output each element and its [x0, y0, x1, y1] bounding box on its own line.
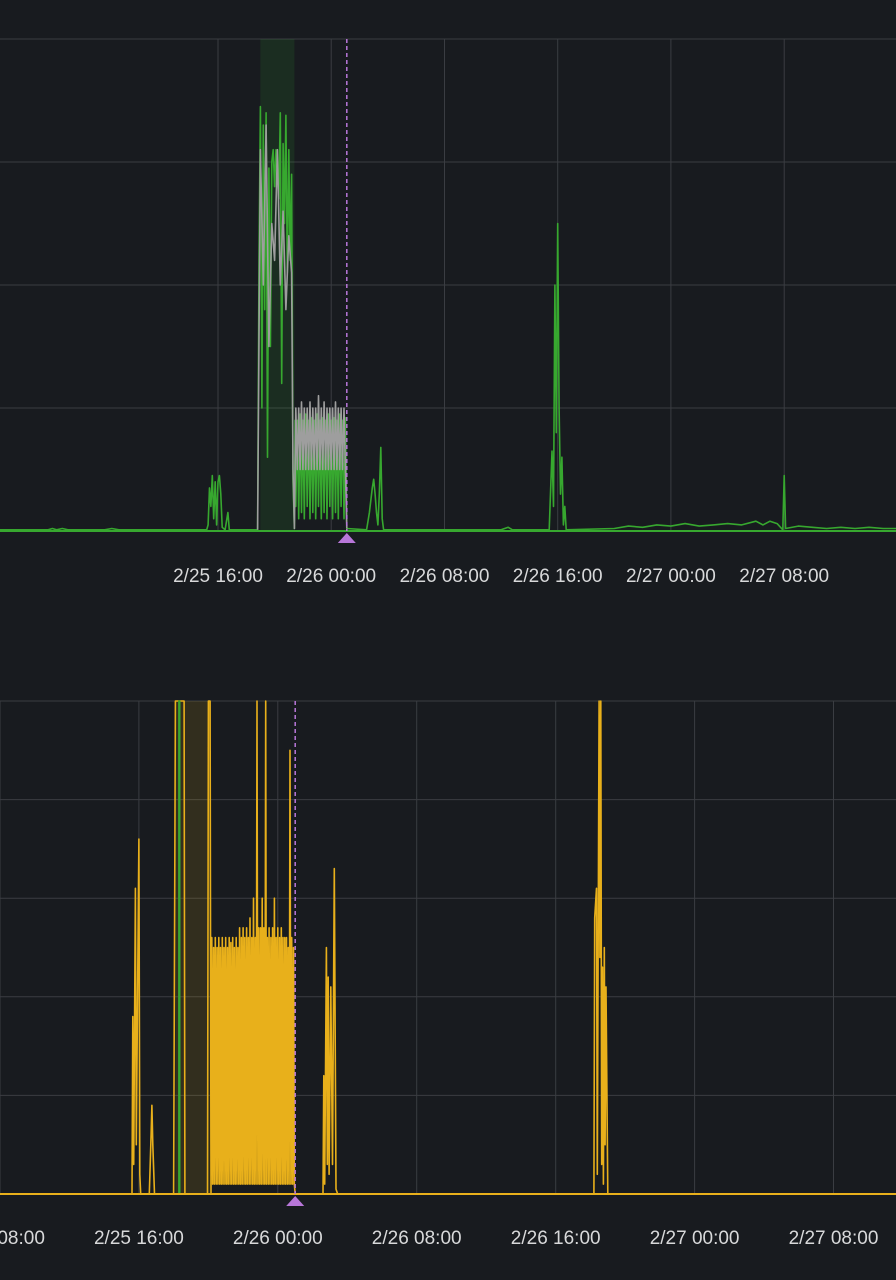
dashboard-canvas: 2/25 16:00 2/26 00:00 2/26 08:00 2/26 16:00…	[0, 38, 896, 1249]
annotation-marker-icon[interactable]	[337, 533, 356, 543]
x-tick-label: 2/26 00:00	[286, 566, 376, 587]
x-tick-label: 2/26 08:00	[400, 566, 490, 587]
chart-panel-bottom: 2/25 08:00 2/25 16:00 2/26 00:00 2/26 08:00…	[0, 700, 896, 1249]
series-line-0	[0, 700, 896, 1195]
series-fill-region	[175, 701, 211, 1194]
x-tick-label: 2/25 16:00	[94, 1228, 184, 1249]
x-tick-label: 2/26 00:00	[233, 1228, 323, 1249]
x-tick-label: 2/25 16:00	[173, 566, 263, 587]
x-tick-label: 2/27 00:00	[626, 566, 716, 587]
annotation-marker-icon[interactable]	[286, 1196, 305, 1206]
series-lines-top	[0, 105, 896, 531]
x-tick-label: 2/27 08:00	[789, 1228, 879, 1249]
region-fills-bottom	[175, 701, 211, 1194]
x-tick-labels-bottom: 2/25 08:00 2/25 16:00 2/26 00:00 2/26 08:00…	[0, 1228, 878, 1249]
chart-panel-top: 2/25 16:00 2/26 00:00 2/26 08:00 2/26 16:00…	[0, 38, 896, 587]
x-tick-label: 2/26 08:00	[372, 1228, 462, 1249]
x-tick-label: 2/26 16:00	[513, 566, 603, 587]
x-tick-label: 2/27 08:00	[739, 566, 829, 587]
x-tick-label: 2/26 16:00	[511, 1228, 601, 1249]
grid-lines-top	[0, 38, 896, 532]
x-tick-label: 2/27 00:00	[650, 1228, 740, 1249]
series-lines-bottom	[0, 700, 896, 1195]
series-line-0	[0, 105, 896, 531]
x-tick-label: 2/25 08:00	[0, 1228, 45, 1249]
x-tick-labels-top: 2/25 16:00 2/26 00:00 2/26 08:00 2/26 16:00…	[173, 566, 829, 587]
